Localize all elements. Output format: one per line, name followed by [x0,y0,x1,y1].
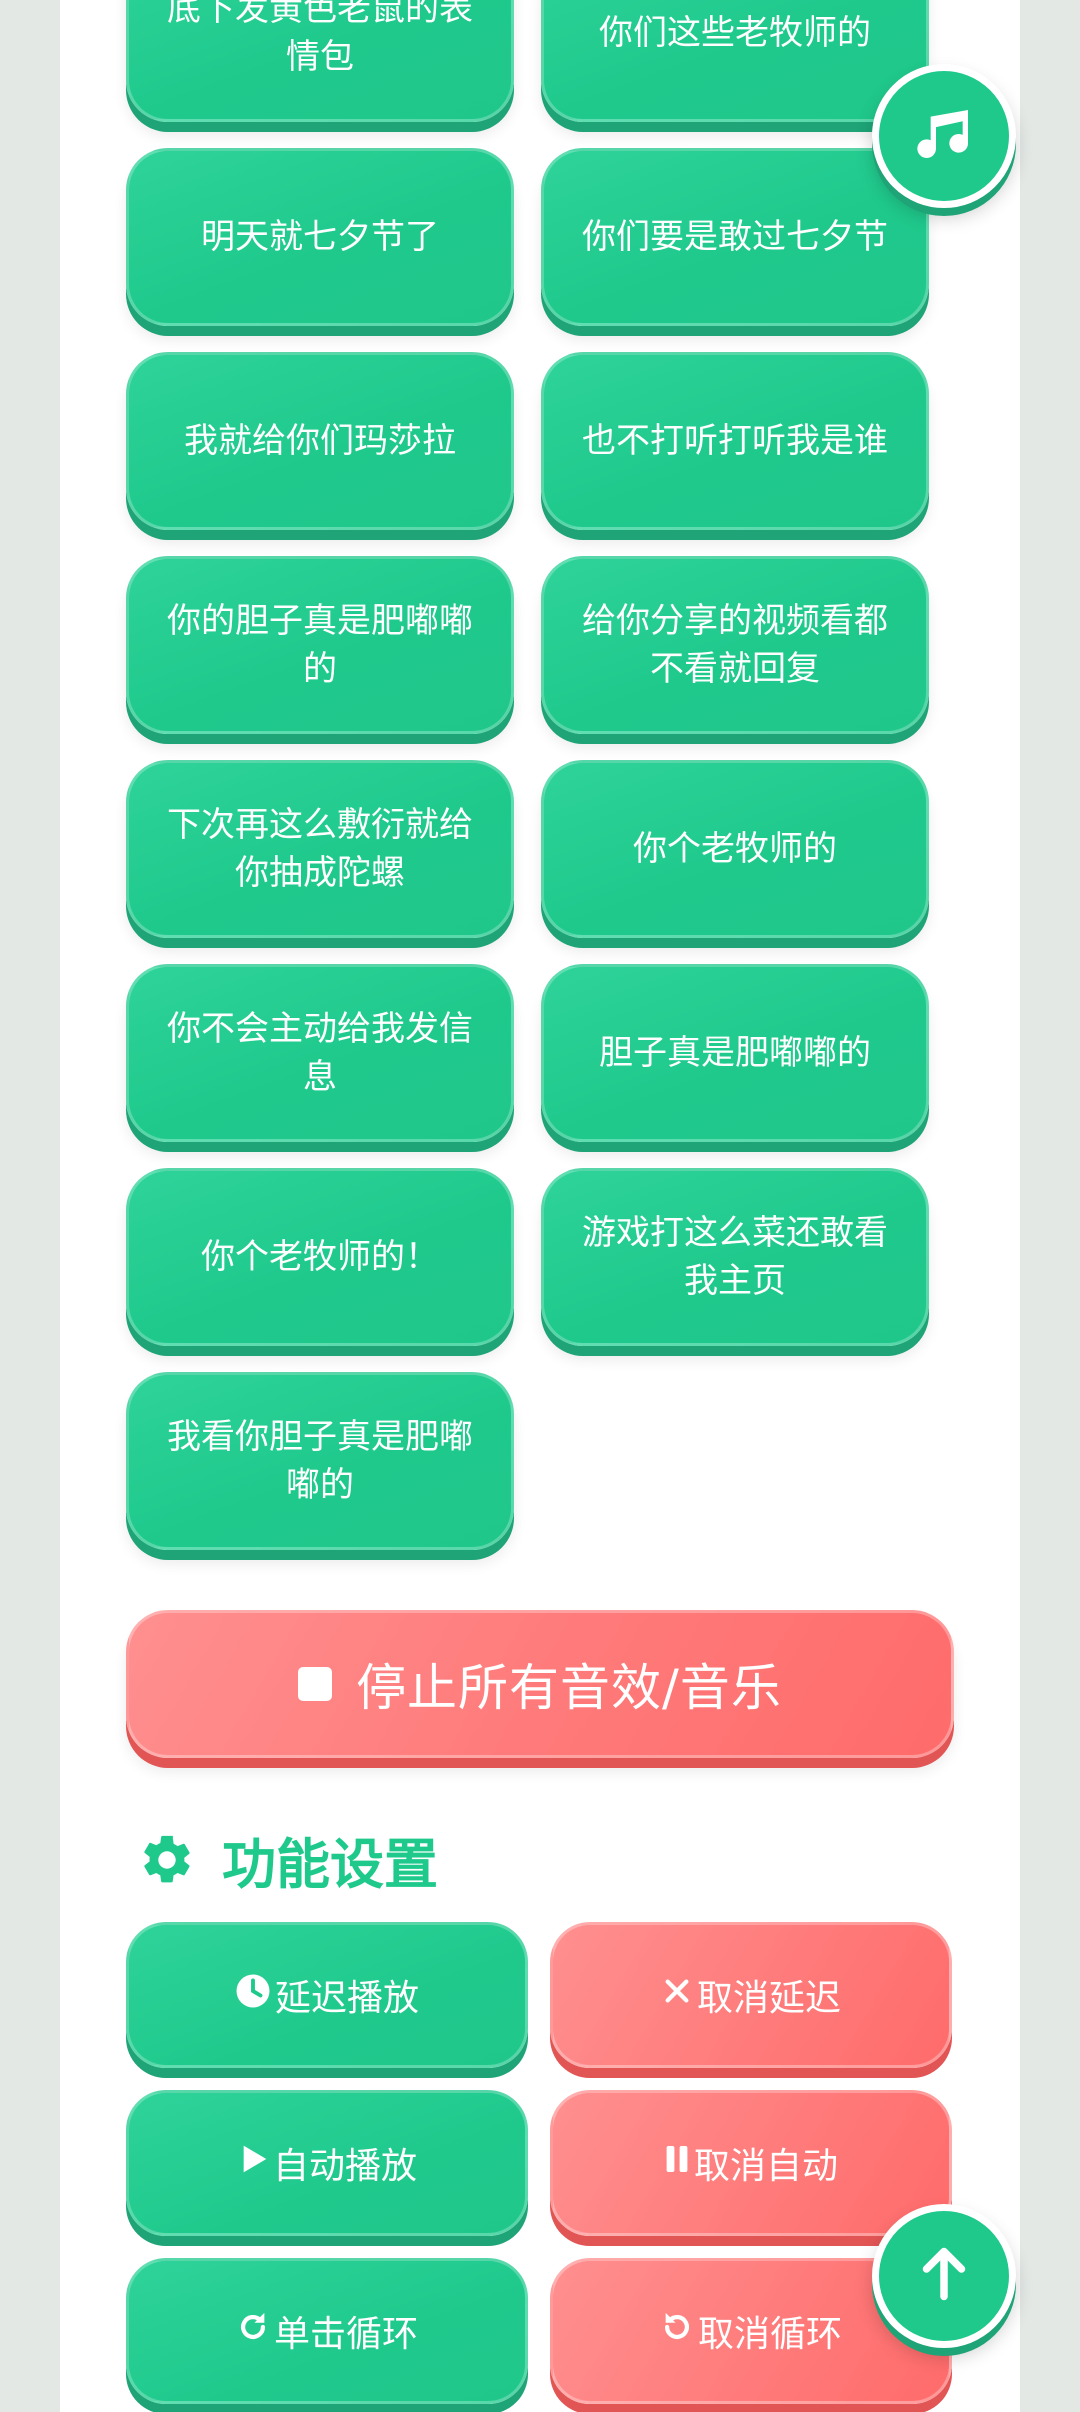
cancel-auto-label: 取消自动 [693,2146,838,2187]
cancel-loop-label: 取消循环 [697,2314,842,2355]
sound-button[interactable]: 明天就七夕节了 [126,148,514,326]
sound-button-label: 底下发黄色老鼠的表情包 [167,0,473,77]
sound-button-label: 我就给你们玛莎拉 [184,421,456,461]
scroll-top-button[interactable] [872,2204,1016,2348]
sound-button-label: 你不会主动给我发信息 [167,1009,473,1097]
sound-button[interactable]: 你们要是敢过七夕节 [541,148,929,326]
play-icon [237,2141,273,2186]
sound-button[interactable]: 底下发黄色老鼠的表情包 [126,0,514,122]
sound-button-label: 明天就七夕节了 [201,217,439,257]
sound-button[interactable]: 你个老牧师的 [541,760,929,938]
sound-button[interactable]: 胆子真是肥嘟嘟的 [541,964,929,1142]
settings-title-label: 功能设置 [222,1833,438,1896]
sound-button[interactable]: 下次再这么敷衍就给你抽成陀螺 [126,760,514,938]
delay-play-label: 延迟播放 [274,1978,419,2019]
arrow-up-icon [914,2244,974,2308]
clock-icon [235,1973,275,2018]
delay-play-button[interactable]: 延迟播放 [126,1922,528,2068]
sound-button[interactable]: 也不打听打听我是谁 [541,352,929,530]
sound-button-label: 你们要是敢过七夕节 [582,217,888,257]
cancel-auto-button[interactable]: 取消自动 [550,2090,952,2236]
auto-play-label: 自动播放 [272,2146,417,2187]
sound-button[interactable]: 你的胆子真是肥嘟嘟的 [126,556,514,734]
cancel-delay-button[interactable]: 取消延迟 [550,1922,952,2068]
sound-button[interactable]: 你不会主动给我发信息 [126,964,514,1142]
sound-button-label: 你个老牧师的！ [201,1237,439,1277]
sound-button[interactable]: 你们这些老牧师的 [541,0,929,122]
close-icon [661,1975,697,2016]
sound-button-label: 下次再这么敷衍就给你抽成陀螺 [167,805,473,893]
stop-square-icon [298,1667,333,1701]
music-fab-button[interactable] [872,64,1016,208]
pause-icon [664,2143,694,2184]
stop-all-button[interactable]: 停止所有音效/音乐 [126,1610,954,1758]
sound-button-label: 游戏打这么菜还敢看我主页 [582,1213,888,1301]
sound-button[interactable]: 游戏打这么菜还敢看我主页 [541,1168,929,1346]
loop-single-button[interactable]: 单击循环 [126,2258,528,2404]
gear-icon [138,1831,196,1889]
sound-button-label: 也不打听打听我是谁 [582,421,888,461]
sound-button-label: 我看你胆子真是肥嘟嘟的 [167,1417,473,1505]
auto-play-button[interactable]: 自动播放 [126,2090,528,2236]
sound-button[interactable]: 我就给你们玛莎拉 [126,352,514,530]
sound-button-label: 给你分享的视频看都不看就回复 [582,601,888,689]
sound-button-label: 你们这些老牧师的 [599,13,871,53]
settings-title: 功能设置 [80,1820,438,1899]
sound-button-label: 你的胆子真是肥嘟嘟的 [167,601,473,689]
music-note-icon [912,102,976,170]
sound-button-label: 你个老牧师的 [633,829,837,869]
sound-button[interactable]: 你个老牧师的！ [126,1168,514,1346]
sound-button-label: 胆子真是肥嘟嘟的 [599,1033,871,1073]
sound-button[interactable]: 给你分享的视频看都不看就回复 [541,556,929,734]
cancel-delay-label: 取消延迟 [696,1978,841,2019]
redo-icon [236,2310,274,2353]
stop-all-label: 停止所有音效/音乐 [356,1659,782,1717]
loop-single-label: 单击循环 [273,2314,418,2355]
undo-icon [660,2310,698,2353]
sound-button[interactable]: 我看你胆子真是肥嘟嘟的 [126,1372,514,1550]
